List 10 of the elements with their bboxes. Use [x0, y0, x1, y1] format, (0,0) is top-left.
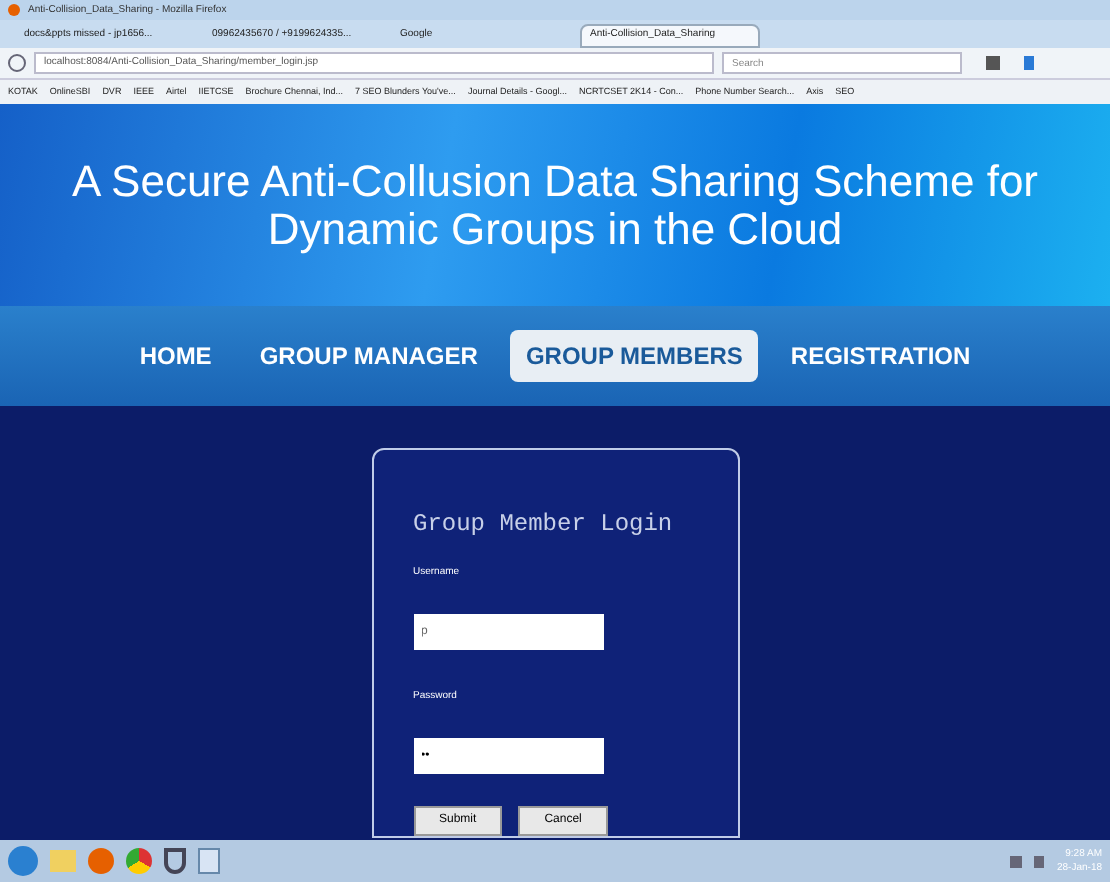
chrome-icon	[126, 848, 152, 874]
shield-icon	[164, 848, 186, 874]
folder-icon	[50, 850, 76, 872]
nav-link[interactable]: GROUP MANAGER	[243, 330, 494, 382]
document-icon	[198, 848, 220, 874]
page-title: A Secure Anti-Collusion Data Sharing Scheme for Dynamic Groups in the Cloud	[69, 157, 1041, 253]
login-title: Group Member Login	[413, 508, 675, 542]
nav-link[interactable]: HOME	[123, 330, 228, 382]
nav-link[interactable]: REGISTRATION	[774, 330, 987, 382]
nav-link[interactable]: GROUP MEMBERS	[509, 330, 759, 382]
